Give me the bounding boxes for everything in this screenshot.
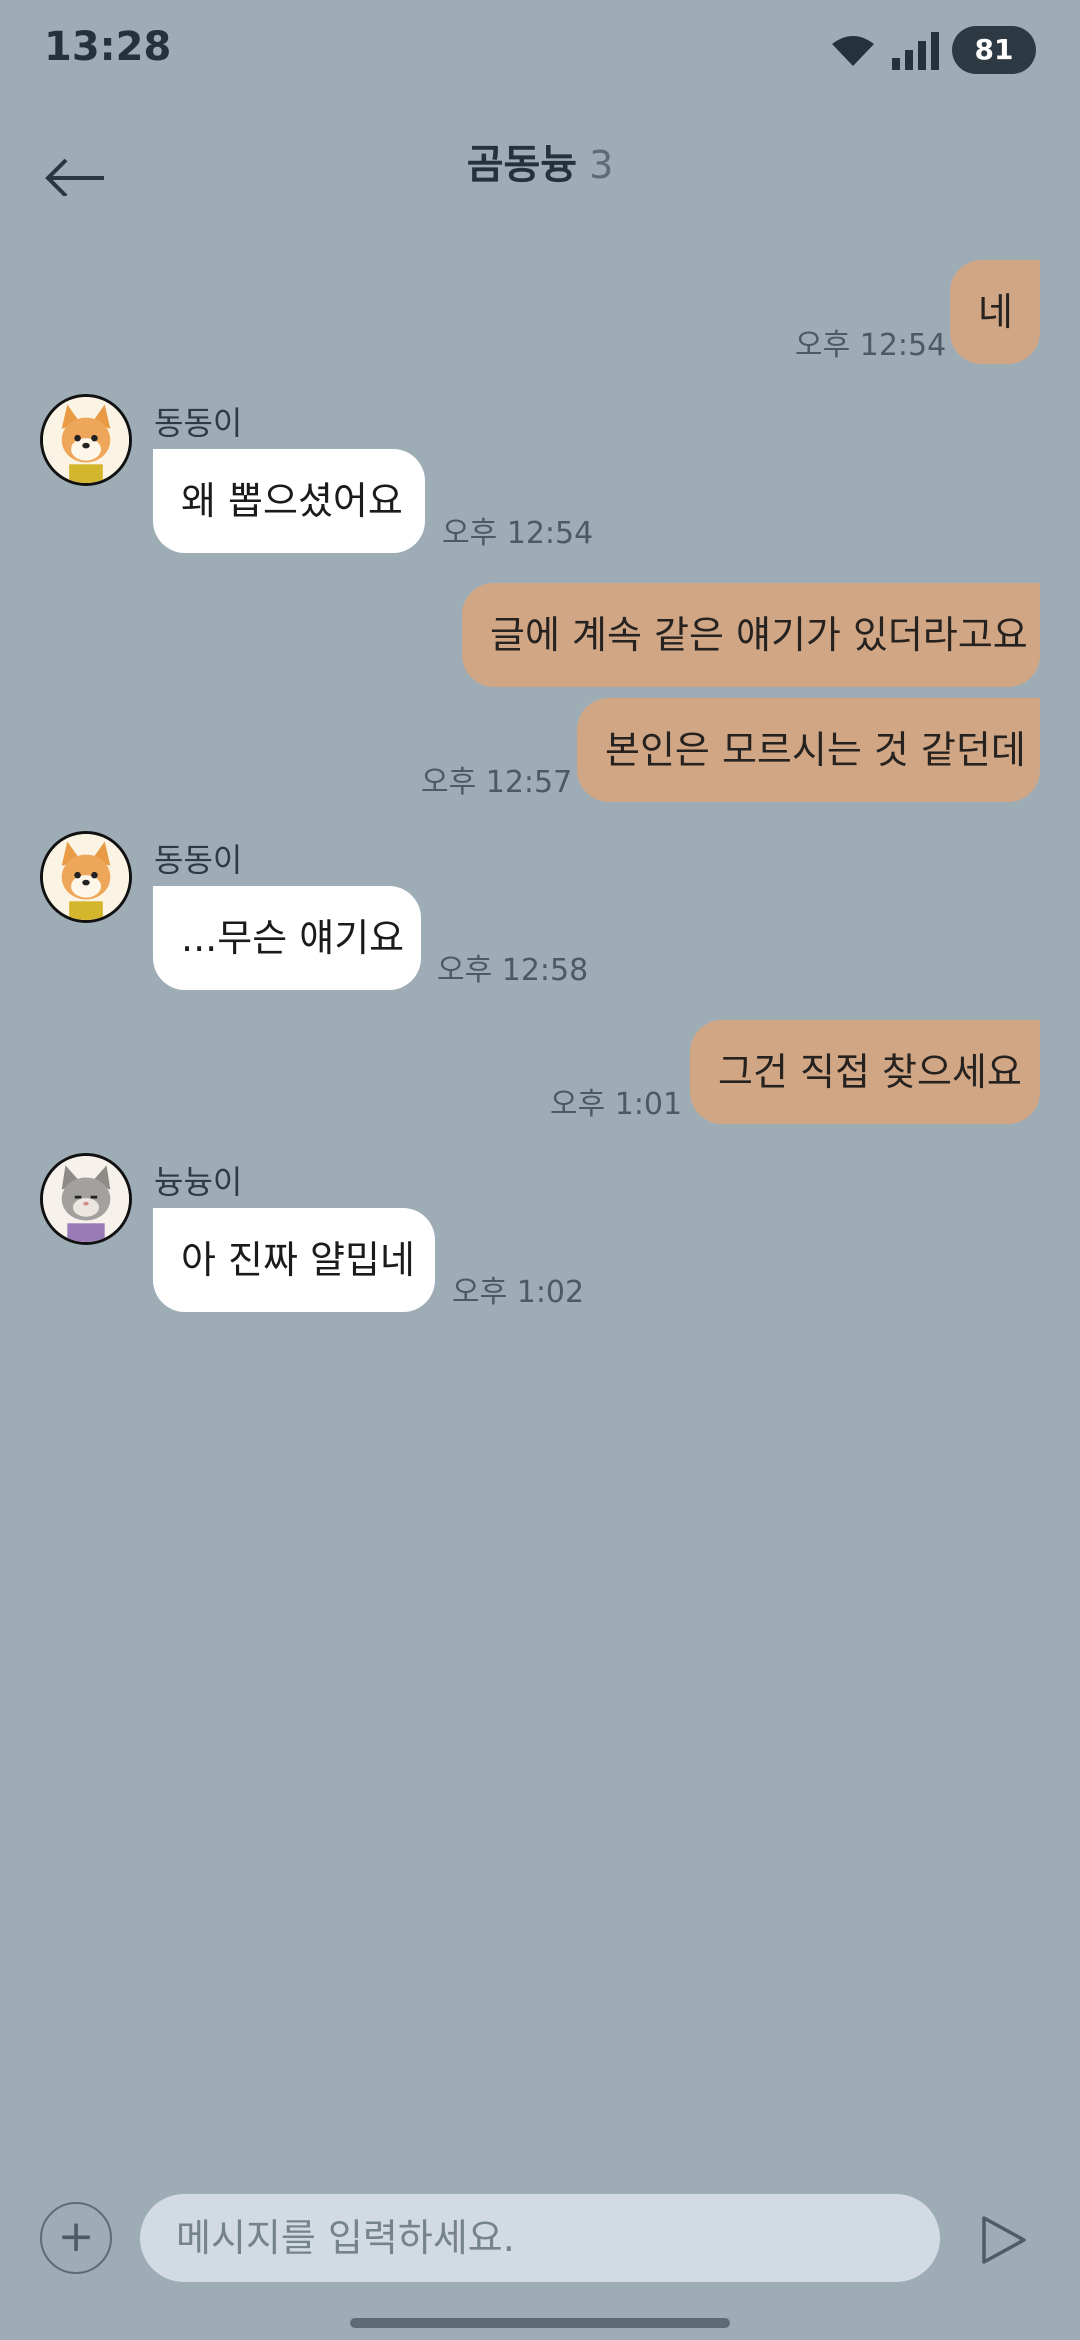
signal-icon: [892, 32, 939, 70]
battery-indicator: 81: [952, 26, 1036, 74]
message-time: 오후 12:54: [442, 516, 594, 551]
send-icon[interactable]: [976, 2210, 1032, 2270]
cat-avatar[interactable]: [40, 1153, 132, 1245]
status-time: 13:28: [44, 24, 172, 70]
composer-bar: +: [0, 2190, 1080, 2290]
sender-name: 동동이: [154, 841, 243, 879]
chat-title: 곰동늉: [466, 142, 578, 188]
message-bubble-incoming[interactable]: 왜 뽑으셨어요: [153, 449, 425, 553]
message-time: 오후 12:57: [421, 765, 573, 800]
message-bubble-outgoing[interactable]: 본인은 모르시는 것 같던데: [577, 698, 1040, 802]
sender-name: 늉늉이: [154, 1163, 243, 1201]
message-bubble-incoming[interactable]: ...무슨 얘기요: [153, 886, 421, 990]
dog-avatar[interactable]: [40, 831, 132, 923]
member-count: 3: [589, 143, 614, 187]
message-bubble-outgoing[interactable]: 그건 직접 찾으세요: [690, 1020, 1040, 1124]
message-input[interactable]: [140, 2194, 940, 2282]
chat-header: 곰동늉 3: [0, 120, 1080, 210]
message-time: 오후 12:54: [795, 328, 947, 363]
plus-icon[interactable]: +: [40, 2202, 112, 2274]
message-time: 오후 12:58: [437, 953, 589, 988]
chat-title-area: 곰동늉 3: [0, 138, 1080, 192]
status-bar: 13:28 81: [0, 0, 1080, 100]
message-bubble-incoming[interactable]: 아 진짜 얄밉네: [153, 1208, 435, 1312]
home-indicator[interactable]: [350, 2318, 730, 2328]
message-bubble-outgoing[interactable]: 글에 계속 같은 얘기가 있더라고요: [462, 583, 1040, 687]
message-bubble-outgoing[interactable]: 네: [950, 260, 1040, 364]
message-time: 오후 1:01: [550, 1087, 683, 1122]
wifi-icon: [832, 36, 874, 66]
dog-avatar[interactable]: [40, 394, 132, 486]
message-time: 오후 1:02: [452, 1275, 585, 1310]
sender-name: 동동이: [154, 404, 243, 442]
